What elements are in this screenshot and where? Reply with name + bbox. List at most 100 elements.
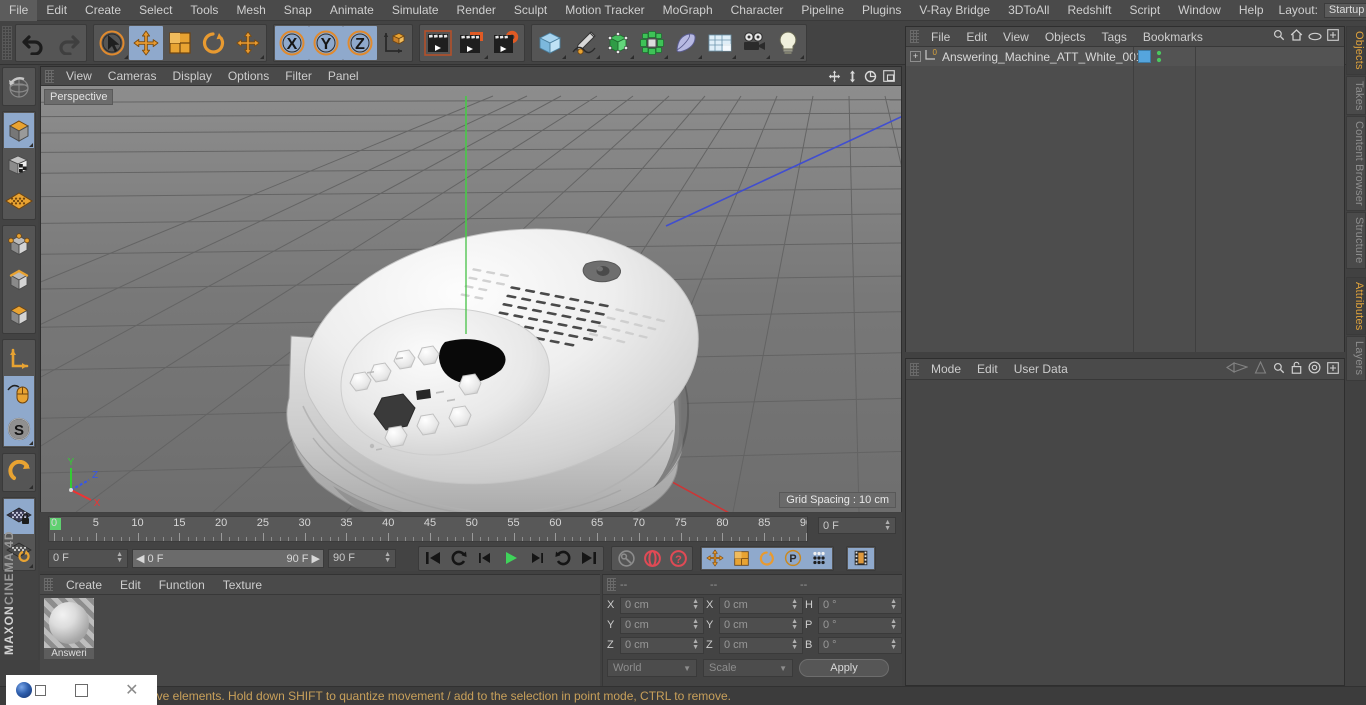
- key-pla-icon[interactable]: [806, 547, 832, 569]
- y-axis-icon[interactable]: Y: [309, 25, 343, 60]
- side-tab-takes[interactable]: Takes: [1346, 75, 1366, 116]
- material-grip[interactable]: [44, 578, 53, 591]
- key-scale-icon[interactable]: [728, 547, 754, 569]
- points-mode-icon[interactable]: [4, 227, 34, 262]
- play-forward-loop-icon[interactable]: [550, 548, 576, 569]
- lock-icon[interactable]: [1291, 361, 1302, 377]
- spinner-icon[interactable]: ▲ ▼: [692, 638, 699, 651]
- forward-nav-icon[interactable]: [1254, 360, 1267, 377]
- pan-icon[interactable]: [827, 69, 842, 84]
- environment-icon[interactable]: [703, 26, 737, 60]
- rot-b-input[interactable]: 0 ° ▲ ▼: [818, 636, 902, 654]
- material-menu-item-create[interactable]: Create: [57, 575, 111, 595]
- pos-z-input[interactable]: 0 cm ▲ ▼: [620, 636, 704, 654]
- attributes-menu-item-user-data[interactable]: User Data: [1006, 359, 1076, 380]
- go-to-start-icon[interactable]: [420, 548, 446, 569]
- x-axis-icon[interactable]: X: [275, 25, 309, 60]
- timeline-view-icon[interactable]: [848, 547, 874, 569]
- scale-tool-icon[interactable]: [163, 26, 197, 60]
- current-frame-field[interactable]: 0 F ▲ ▼: [818, 517, 896, 534]
- menu-item-sculpt[interactable]: Sculpt: [505, 0, 556, 21]
- go-to-end-icon[interactable]: [576, 548, 602, 569]
- search-icon[interactable]: [1273, 29, 1285, 44]
- spinner-icon[interactable]: ▲ ▼: [890, 598, 897, 611]
- menu-item-select[interactable]: Select: [130, 0, 181, 21]
- spinner-icon[interactable]: ▲ ▼: [791, 618, 798, 631]
- generator-icon[interactable]: [601, 26, 635, 60]
- viewport-grip[interactable]: [45, 69, 54, 83]
- object-menu-item-objects[interactable]: Objects: [1037, 27, 1094, 47]
- model-mode-icon[interactable]: [4, 113, 34, 148]
- world-object-axis-icon[interactable]: [377, 26, 411, 60]
- light-icon[interactable]: [771, 26, 805, 60]
- polygon-grid-icon[interactable]: [4, 183, 34, 218]
- menu-item-render[interactable]: Render: [448, 0, 505, 21]
- deformer-icon[interactable]: [669, 26, 703, 60]
- spinner-icon[interactable]: ▲ ▼: [692, 618, 699, 631]
- size-y-input[interactable]: 0 cm ▲ ▼: [719, 616, 803, 634]
- attributes-grip[interactable]: [910, 362, 919, 376]
- menu-item-v-ray-bridge[interactable]: V-Ray Bridge: [910, 0, 999, 21]
- size-z-input[interactable]: 0 cm ▲ ▼: [719, 636, 803, 654]
- menu-item-script[interactable]: Script: [1120, 0, 1169, 21]
- target-icon[interactable]: [1308, 361, 1321, 377]
- timeline-end-field[interactable]: 90 F ▲ ▼: [328, 548, 396, 568]
- viewport-menu-item-filter[interactable]: Filter: [277, 67, 320, 86]
- spinner-icon[interactable]: ▲ ▼: [384, 551, 391, 564]
- orbit-icon[interactable]: [863, 69, 878, 84]
- menu-item-file[interactable]: File: [0, 0, 38, 21]
- fullscreen-icon[interactable]: [1327, 361, 1339, 377]
- coordinates-grip[interactable]: [607, 578, 616, 591]
- eye-icon[interactable]: [1308, 30, 1322, 44]
- render-picture-viewer-icon[interactable]: [455, 26, 489, 60]
- search-icon[interactable]: [1273, 362, 1285, 377]
- attributes-menu-item-mode[interactable]: Mode: [923, 359, 969, 380]
- menu-item-edit[interactable]: Edit: [37, 0, 76, 21]
- texture-mode-icon[interactable]: [4, 148, 34, 183]
- visibility-dots-icon[interactable]: [1156, 50, 1162, 67]
- edges-mode-icon[interactable]: [4, 262, 34, 297]
- toolbar-grip[interactable]: [2, 25, 12, 60]
- viewport-solo-icon[interactable]: [4, 376, 34, 411]
- side-tab-structure[interactable]: Structure: [1346, 212, 1366, 269]
- attributes-menu-item-edit[interactable]: Edit: [969, 359, 1006, 380]
- object-menu-item-file[interactable]: File: [923, 27, 958, 47]
- timeline-ruler[interactable]: 0 5 10 15 20 25 30 35 40 45 50 55 60 65 70 75 80 85 90: [48, 516, 808, 542]
- coordinate-system-dropdown[interactable]: World ▼: [607, 659, 697, 677]
- menu-item-motion-tracker[interactable]: Motion Tracker: [556, 0, 653, 21]
- timeline-range-slider[interactable]: ◀ 0 F 90 F ▶: [132, 548, 324, 568]
- menu-item-simulate[interactable]: Simulate: [383, 0, 448, 21]
- object-manager-tree[interactable]: + 0 Answering_Machine_ATT_White_001: [906, 47, 1344, 352]
- material-menu-item-edit[interactable]: Edit: [111, 575, 150, 595]
- dolly-icon[interactable]: [845, 69, 860, 84]
- material-item[interactable]: Answeri: [44, 598, 94, 659]
- maximize-window-icon[interactable]: [56, 675, 106, 705]
- material-menu-item-texture[interactable]: Texture: [214, 575, 271, 595]
- menu-item-pipeline[interactable]: Pipeline: [792, 0, 853, 21]
- object-menu-item-bookmarks[interactable]: Bookmarks: [1135, 27, 1211, 47]
- expand-toggle-icon[interactable]: +: [910, 51, 921, 62]
- side-tab-attributes[interactable]: Attributes: [1346, 276, 1366, 336]
- menu-item-redshift[interactable]: Redshift: [1058, 0, 1120, 21]
- material-sphere-preview[interactable]: [44, 598, 94, 648]
- spinner-icon[interactable]: ▲ ▼: [791, 638, 798, 651]
- spinner-icon[interactable]: ▲ ▼: [116, 551, 123, 564]
- texture-tag-icon[interactable]: [1138, 50, 1151, 63]
- autokey-icon[interactable]: [613, 548, 639, 569]
- menu-item-mograph[interactable]: MoGraph: [654, 0, 722, 21]
- material-list[interactable]: Answeri: [40, 595, 600, 687]
- viewport-menu-item-options[interactable]: Options: [220, 67, 277, 86]
- menu-item-create[interactable]: Create: [76, 0, 130, 21]
- menu-item-tools[interactable]: Tools: [181, 0, 227, 21]
- viewport-3d-canvas[interactable]: Y Z X Perspective Grid Spacing : 10 cm: [41, 86, 901, 512]
- fullscreen-icon[interactable]: [1327, 29, 1339, 44]
- menu-item-character[interactable]: Character: [722, 0, 793, 21]
- menu-item-snap[interactable]: Snap: [275, 0, 321, 21]
- menu-item-plugins[interactable]: Plugins: [853, 0, 910, 21]
- side-tab-layers[interactable]: Layers: [1346, 336, 1366, 381]
- undo-icon[interactable]: [17, 26, 51, 60]
- render-view-icon[interactable]: [421, 26, 455, 60]
- magnet-icon[interactable]: [4, 455, 34, 490]
- object-manager-grip[interactable]: [910, 30, 919, 43]
- c4d-app-icon[interactable]: [6, 675, 56, 705]
